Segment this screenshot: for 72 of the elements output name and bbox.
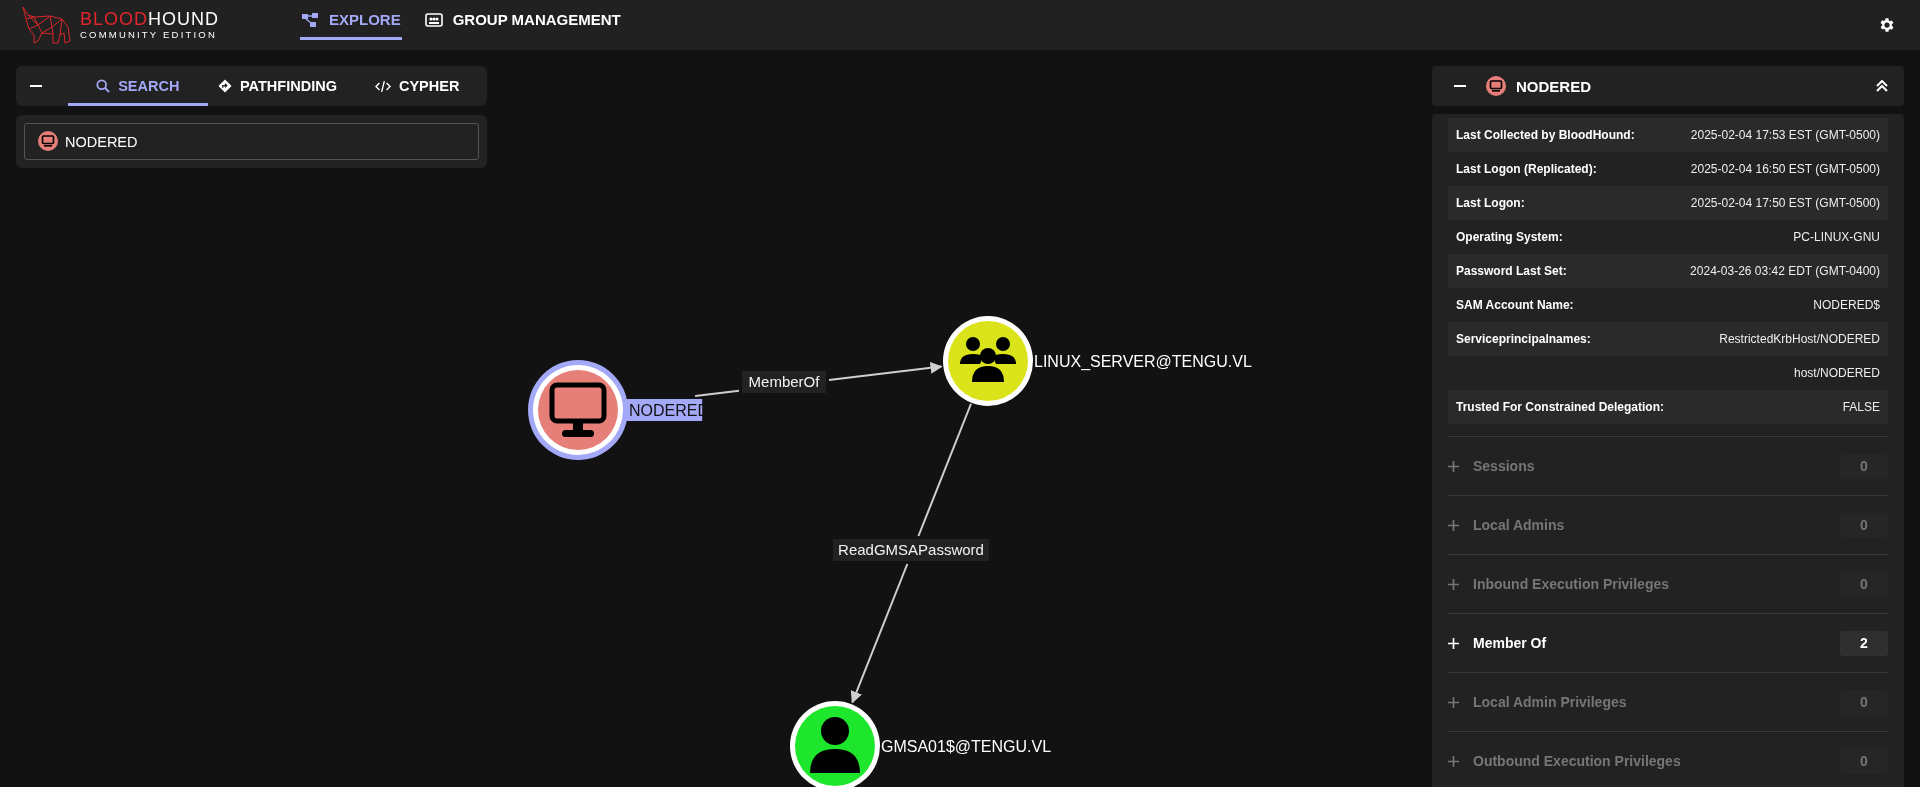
monitor-icon <box>549 382 607 437</box>
property-label: Last Logon: <box>1456 196 1525 210</box>
computer-node[interactable] <box>528 360 628 460</box>
logo-subtitle: COMMUNITY EDITION <box>80 30 218 40</box>
section-row[interactable]: Local Admins 0 <box>1448 496 1888 555</box>
property-value: NODERED$ <box>1813 298 1880 312</box>
edge-label: ReadGMSAPassword <box>833 539 989 561</box>
count-badge: 0 <box>1840 571 1888 597</box>
person-icon <box>810 717 860 773</box>
section-row[interactable]: Member Of 2 <box>1448 614 1888 673</box>
plus-icon <box>1448 519 1459 531</box>
edge-line[interactable] <box>917 402 972 537</box>
node-label: GMSA01$@TENGU.VL <box>881 738 1052 755</box>
property-label: Trusted For Constrained Delegation: <box>1456 400 1665 414</box>
property-value: host/NODERED <box>1793 366 1880 380</box>
property-value: FALSE <box>1842 400 1880 414</box>
minus-icon <box>30 85 42 87</box>
plus-icon <box>1448 696 1459 708</box>
property-value: 2024-03-26 03:42 EDT (GMT-0400) <box>1690 264 1880 278</box>
property-label: Operating System: <box>1456 230 1563 244</box>
id-card-icon <box>424 11 443 28</box>
plus-icon <box>1448 578 1459 590</box>
property-label: Password Last Set: <box>1456 264 1567 278</box>
edge-label: MemberOf <box>742 371 826 393</box>
section-row[interactable]: Sessions 0 <box>1448 437 1888 496</box>
user-node[interactable] <box>790 701 880 787</box>
search-field[interactable]: NODERED <box>24 123 479 160</box>
property-value: 2025-02-04 16:50 EST (GMT-0500) <box>1690 162 1880 176</box>
double-chevron-up-icon <box>1876 80 1888 92</box>
property-label: Last Collected by BloodHound: <box>1456 128 1635 142</box>
edge-arrow[interactable] <box>850 563 909 704</box>
code-icon <box>374 79 391 93</box>
settings-icon <box>1878 16 1896 34</box>
group-icon <box>960 337 1016 382</box>
count-badge: 2 <box>1840 630 1888 656</box>
search-tab[interactable]: CYPHER <box>347 66 487 106</box>
section-row[interactable]: Outbound Execution Privileges 0 <box>1448 732 1888 787</box>
plus-icon <box>1448 755 1459 767</box>
count-badge: 0 <box>1840 512 1888 538</box>
edge-line[interactable] <box>694 389 740 397</box>
section-row[interactable]: Local Admin Privileges 0 <box>1448 673 1888 732</box>
edge-arrow[interactable] <box>828 361 943 381</box>
settings-button[interactable] <box>1878 16 1896 34</box>
group-node[interactable] <box>943 316 1033 406</box>
computer-icon <box>1486 76 1506 96</box>
graph-icon <box>301 11 319 28</box>
property-label: Last Logon (Replicated): <box>1456 162 1597 176</box>
property-label: Serviceprincipalnames: <box>1456 332 1591 346</box>
plus-icon <box>1448 637 1459 649</box>
search-icon <box>96 79 111 93</box>
property-value: PC-LINUX-GNU <box>1793 230 1880 244</box>
count-badge: 0 <box>1840 748 1888 774</box>
minus-icon <box>1454 85 1466 87</box>
search-tab[interactable]: SEARCH <box>67 66 208 106</box>
collapse-all-button[interactable] <box>1876 80 1888 92</box>
section-row[interactable]: Inbound Execution Privileges 0 <box>1448 555 1888 614</box>
nav-tab[interactable]: GROUP MANAGEMENT <box>423 2 622 40</box>
node-label: LINUX_SERVER@TENGU.VL <box>1034 353 1252 370</box>
count-badge: 0 <box>1840 689 1888 715</box>
computer-icon <box>38 131 58 151</box>
property-value: RestrictedKrbHost/NODERED <box>1719 332 1880 346</box>
property-value: 2025-02-04 17:50 EST (GMT-0500) <box>1690 196 1880 210</box>
property-value: 2025-02-04 17:53 EST (GMT-0500) <box>1690 128 1880 142</box>
plus-icon <box>1448 460 1459 472</box>
logo-wordmark: BLOODHOUND <box>80 10 220 29</box>
entity-title: NODERED <box>1516 77 1591 95</box>
search-tab[interactable]: PATHFINDING <box>207 66 348 106</box>
dog-logo-drawing <box>20 5 72 45</box>
directions-icon <box>218 79 232 93</box>
count-badge: 0 <box>1840 453 1888 479</box>
nav-tab[interactable]: EXPLORE <box>300 2 402 40</box>
property-label: SAM Account Name: <box>1456 298 1574 312</box>
